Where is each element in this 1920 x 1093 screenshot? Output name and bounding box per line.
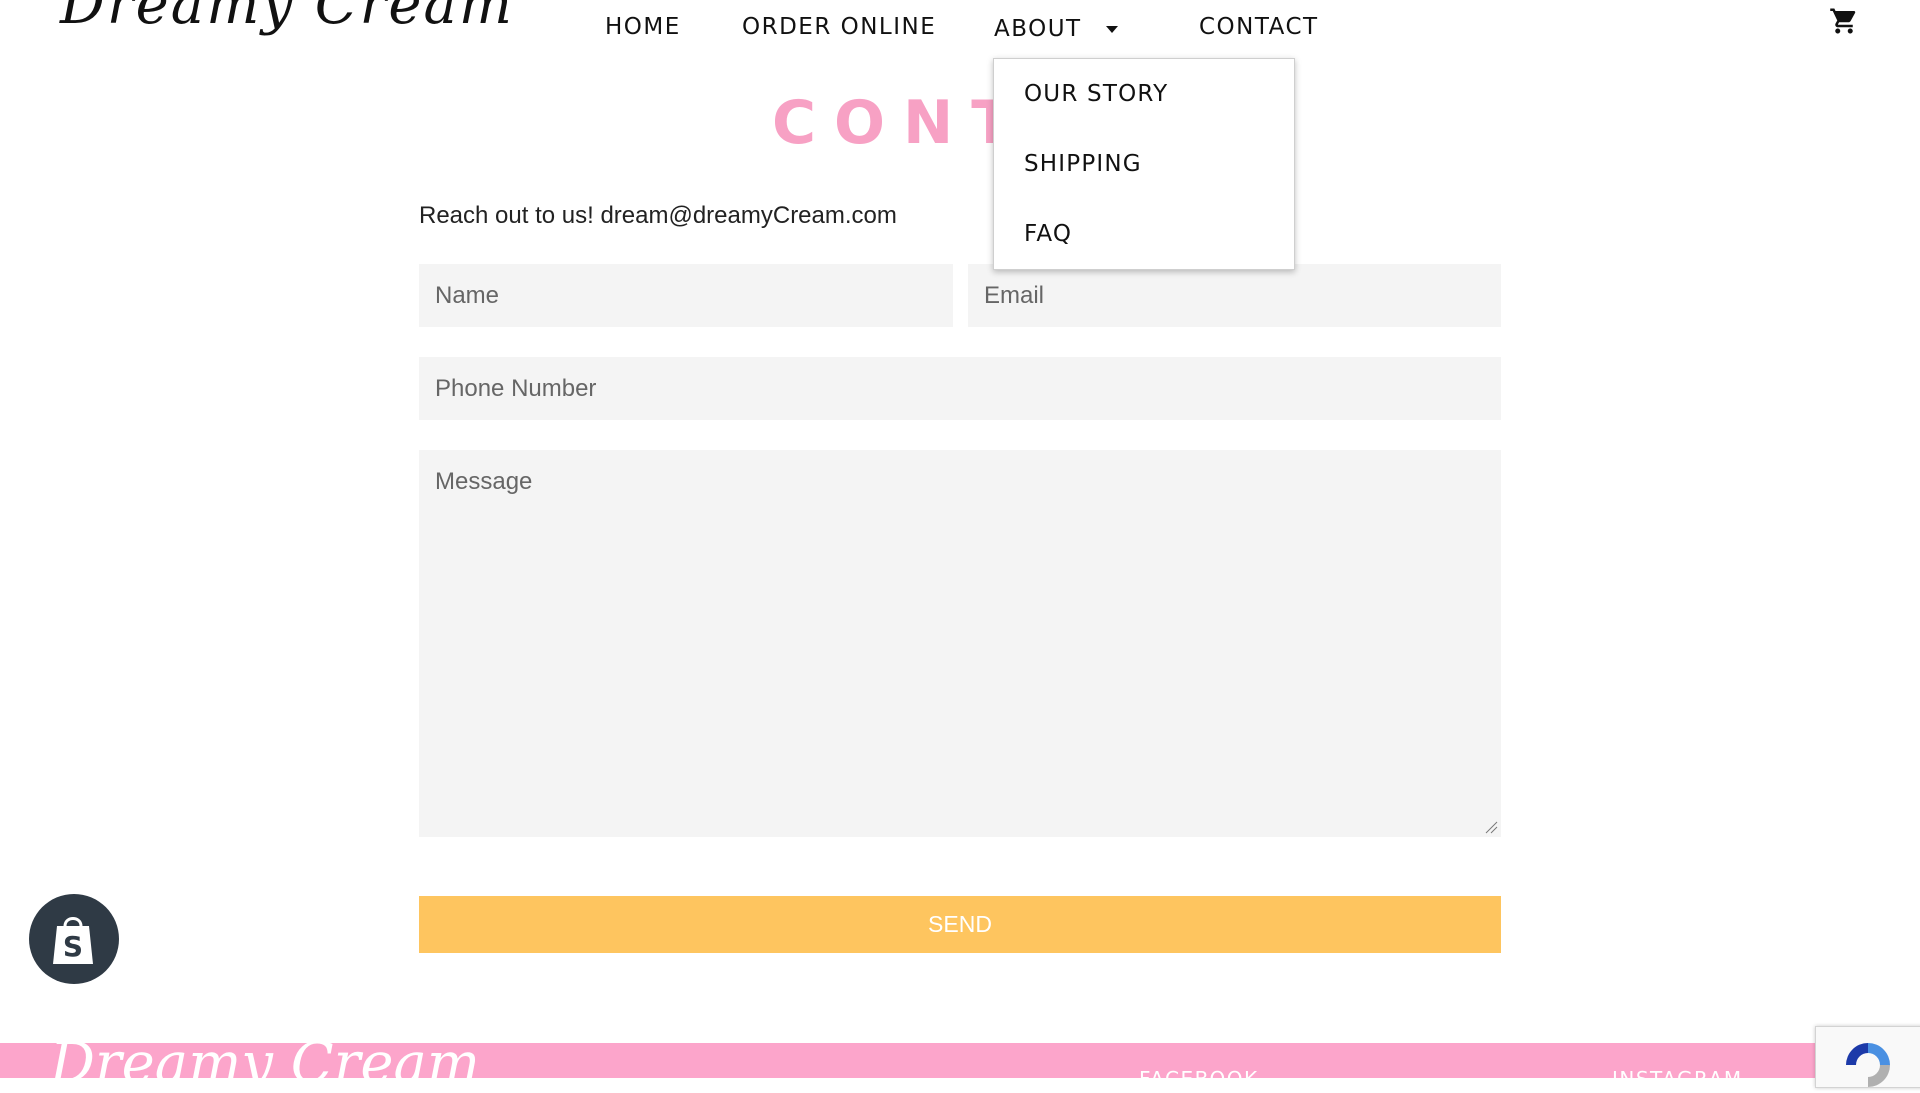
footer-logo[interactable]: Dreamy Cream [50,1043,480,1078]
resize-handle-icon[interactable] [1484,820,1498,834]
footer-link-facebook[interactable]: FACEBOOK [1139,1067,1259,1078]
name-input[interactable] [419,264,953,327]
send-button[interactable]: SEND [419,896,1501,953]
phone-number-input[interactable] [419,357,1501,420]
caret-down-icon[interactable] [1106,26,1118,33]
email-input[interactable] [968,264,1501,327]
shopify-badge[interactable]: S [29,894,119,984]
dropdown-item-faq[interactable]: FAQ [1024,221,1072,247]
nav-contact[interactable]: CONTACT [1199,14,1319,40]
recaptcha-icon [1846,1043,1890,1087]
dropdown-item-our-story[interactable]: OUR STORY [1024,81,1168,107]
shopping-cart-icon[interactable] [1829,6,1859,36]
shopping-bag-icon: S [53,917,93,964]
nav-order-online[interactable]: ORDER ONLINE [742,14,936,40]
footer-link-instagram[interactable]: INSTAGRAM [1612,1067,1743,1078]
dropdown-item-shipping[interactable]: SHIPPING [1024,151,1142,177]
message-textarea[interactable] [419,450,1501,837]
svg-text:S: S [63,930,83,963]
about-dropdown-menu: OUR STORY SHIPPING FAQ [993,58,1295,270]
page-title: CONT [772,88,1031,158]
logo[interactable]: Dreamy Cream [60,0,514,37]
contact-intro-text: Reach out to us! dream@dreamyCream.com [419,202,897,229]
recaptcha-badge[interactable] [1815,1026,1920,1088]
site-header: Dreamy Cream HOME ORDER ONLINE ABOUT CON… [0,0,1920,56]
nav-about[interactable]: ABOUT [994,16,1082,42]
site-footer: Dreamy Cream FACEBOOK INSTAGRAM [0,1043,1920,1078]
nav-home[interactable]: HOME [605,14,681,40]
